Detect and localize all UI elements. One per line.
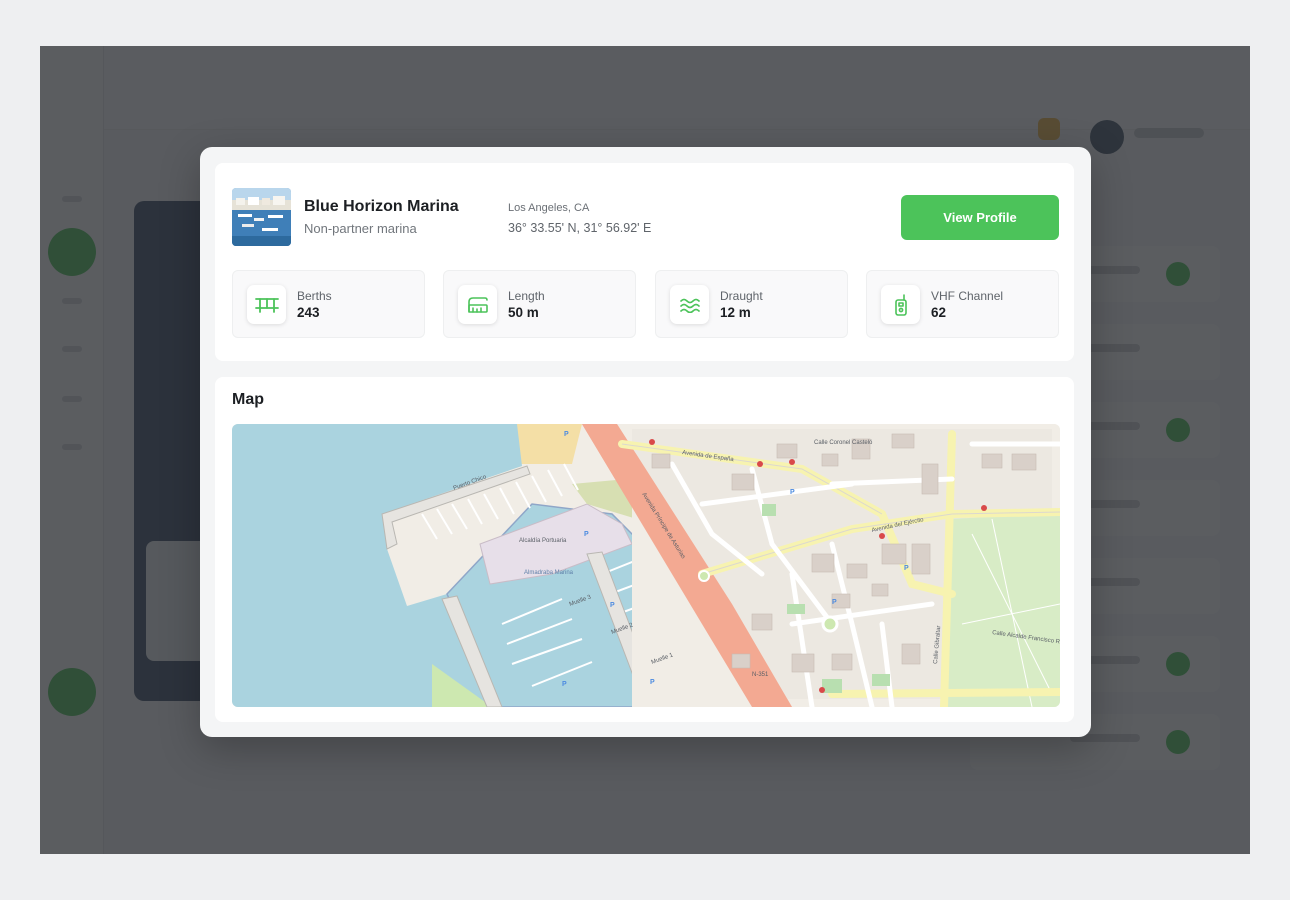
stat-label: Berths	[297, 289, 332, 303]
stat-label: VHF Channel	[931, 289, 1004, 303]
map-label-street: Calle Coronel Casteló	[814, 440, 873, 446]
svg-text:P: P	[610, 602, 615, 609]
stat-berths: Berths 243	[232, 270, 425, 338]
marina-city: Los Angeles, CA	[508, 202, 590, 214]
map-label-road: N-351	[752, 672, 769, 678]
map-roundabout	[821, 615, 839, 633]
svg-text:P: P	[564, 431, 569, 438]
map-beach	[512, 424, 582, 464]
svg-text:P: P	[832, 599, 837, 606]
svg-text:P: P	[904, 565, 909, 572]
stat-value: 243	[297, 305, 320, 320]
map-label-basin: Almadraba Marina	[524, 570, 574, 576]
stat-length: Length 50 m	[443, 270, 636, 338]
marina-name: Blue Horizon Marina	[304, 198, 459, 215]
stat-value: 50 m	[508, 305, 539, 320]
marina-details-modal: Blue Horizon Marina Non-partner marina L…	[200, 147, 1091, 737]
marina-coordinates: 36° 33.55' N, 31° 56.92' E	[508, 221, 652, 235]
stat-label: Draught	[720, 289, 763, 303]
ruler-icon	[458, 285, 497, 324]
radio-icon	[881, 285, 920, 324]
waves-icon	[670, 285, 709, 324]
stat-value: 62	[931, 305, 947, 320]
svg-text:P: P	[584, 531, 589, 538]
map-view[interactable]: P P P P P P P P Puerto Chico Alcaldía Po…	[232, 424, 1060, 707]
view-profile-button[interactable]: View Profile	[901, 195, 1059, 240]
marina-photo-icon	[232, 188, 291, 246]
svg-text:P: P	[650, 679, 655, 686]
svg-text:P: P	[790, 489, 795, 496]
stat-draught: Draught 12 m	[655, 270, 848, 338]
map-title: Map	[232, 391, 264, 408]
map-park	[947, 514, 1060, 707]
svg-text:P: P	[562, 681, 567, 688]
stat-label: Length	[508, 289, 545, 303]
map-label-building: Alcaldía Portuaria	[519, 538, 567, 544]
stat-value: 12 m	[720, 305, 751, 320]
pier-icon	[247, 285, 286, 324]
stat-vhf-channel: VHF Channel 62	[866, 270, 1059, 338]
map-card: Map P P P P P P P P Puerto Chico Alcaldí…	[215, 377, 1074, 722]
marina-type: Non-partner marina	[304, 221, 417, 236]
marina-info-card: Blue Horizon Marina Non-partner marina L…	[215, 163, 1074, 361]
